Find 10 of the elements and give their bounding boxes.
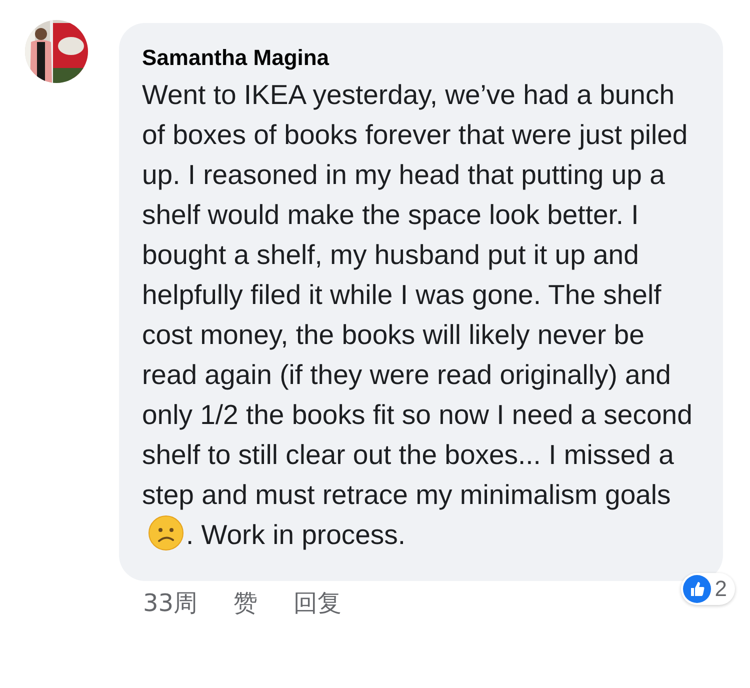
reaction-badge[interactable]: 2 bbox=[680, 573, 735, 605]
comment-text: . Work in process. bbox=[186, 519, 406, 550]
reaction-count: 2 bbox=[714, 576, 727, 602]
author-name[interactable]: Samantha Magina bbox=[142, 45, 330, 71]
thumbs-up-icon bbox=[682, 575, 711, 603]
action-link[interactable]: 赞 bbox=[234, 587, 258, 619]
comment-text: Went to IKEA yesterday, we’ve had a bunch of boxes of books forever that were just piled up. I reasoned in my head that putting up a shelf would make the space look better. I bought a shelf, my husband put it up and helpfully filed it while I was gone. The shelf cost money, the books will likely never be read again (if they were read originally) and only 1/2 the books fit so now I need a second shelf to still clear out the boxes... I missed a step and must retrace my minimalism goals bbox=[142, 79, 692, 510]
confused-face-icon bbox=[148, 515, 184, 551]
action-link[interactable]: 回复 bbox=[294, 587, 342, 619]
timestamp: 33周 bbox=[143, 588, 198, 619]
